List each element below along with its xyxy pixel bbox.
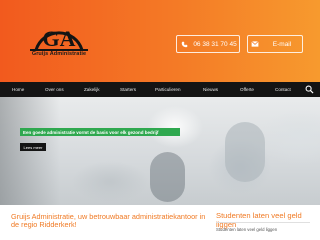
nav-item-zakelijk[interactable]: Zakelijk [84,87,100,92]
email-button[interactable]: E-mail [247,35,303,53]
logo-letters: GA [43,26,76,51]
nav-item-offerte[interactable]: Offerte [240,87,254,92]
phone-icon [177,41,191,48]
read-more-button[interactable]: Lees meer [20,143,46,151]
hero-backdrop [150,152,185,202]
nav-item-contact[interactable]: Contact [275,87,291,92]
intro-heading: Gruijs Administratie, uw betrouwbaar adm… [11,212,206,230]
hero-backdrop [225,122,265,182]
sidebar-link[interactable]: Studenten laten veel geld liggen [216,227,277,232]
hero-banner: Een goede administratie vormt de basis v… [20,128,180,136]
sidebar-divider [216,222,310,223]
search-icon[interactable] [305,85,314,94]
nav-item-over-ons[interactable]: Over ons [45,87,64,92]
nav-item-starters[interactable]: Starters [120,87,136,92]
phone-label: 06 38 31 70 45 [193,40,237,48]
site-header: GA Gruijs Administratie 06 38 31 70 45 E… [0,0,320,82]
brand-name: Gruijs Administratie [31,51,87,57]
hero-backdrop [0,97,60,205]
nav-item-home[interactable]: Home [12,87,24,92]
mail-icon [248,41,262,47]
hero-image: Een goede administratie vormt de basis v… [0,97,320,205]
nav-item-particulieren[interactable]: Particulieren [155,87,181,92]
phone-button[interactable]: 06 38 31 70 45 [176,35,240,53]
email-label: E-mail [272,40,292,48]
nav-item-nieuws[interactable]: Nieuws [203,87,218,92]
main-nav: Home Over ons Zakelijk Starters Particul… [0,82,320,97]
